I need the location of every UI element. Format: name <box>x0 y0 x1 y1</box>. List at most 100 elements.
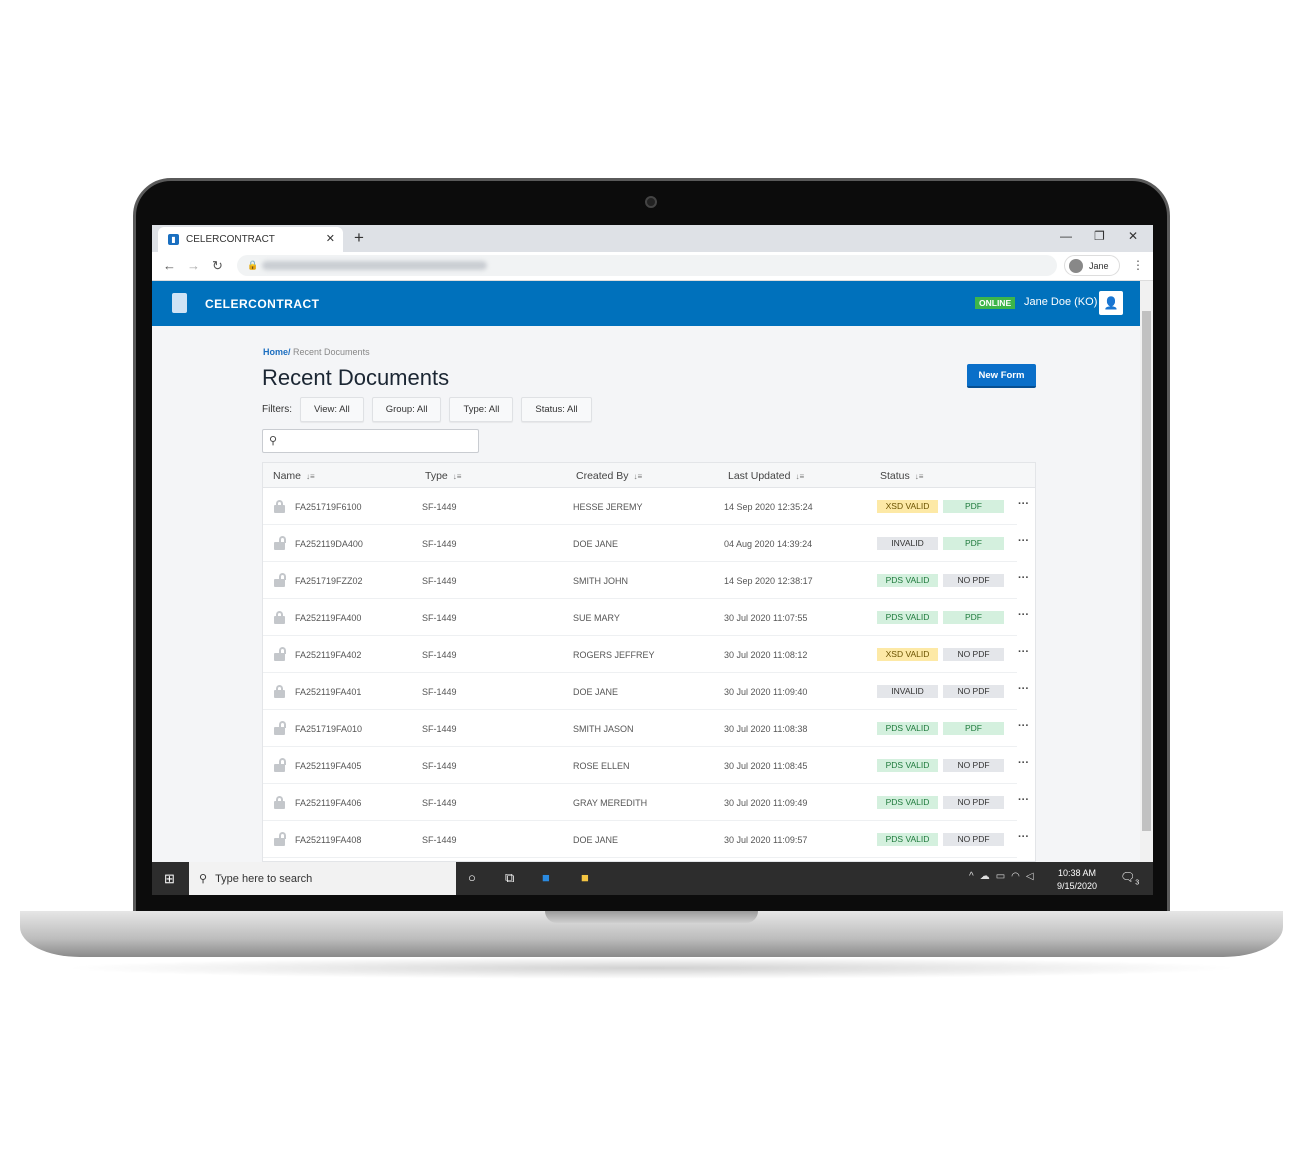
table-row[interactable]: FA251719F6100 SF-1449 HESSE JEREMY 14 Se… <box>263 488 1029 525</box>
unlock-icon <box>274 573 286 587</box>
more-actions-icon[interactable]: ··· <box>1018 757 1029 769</box>
table-row[interactable]: FA252119FA406 SF-1449 GRAY MEREDITH 30 J… <box>263 784 1029 821</box>
sort-icon: ↓≡ <box>633 472 643 481</box>
unlock-icon <box>274 832 286 846</box>
browser-tab[interactable]: ▮ CELERCONTRACT ✕ <box>158 227 343 252</box>
table-row[interactable]: FA252119FA405 SF-1449 ROSE ELLEN 30 Jul … <box>263 747 1029 784</box>
minimize-icon[interactable]: — <box>1060 229 1072 243</box>
col-status[interactable]: Status ↓≡ <box>880 470 923 482</box>
unlock-icon <box>274 721 286 735</box>
validation-badge: PDS VALID <box>877 722 938 735</box>
webcam <box>645 196 657 208</box>
doc-name[interactable]: FA252119FA406 <box>295 798 361 808</box>
forward-icon[interactable]: → <box>187 258 200 273</box>
table-row[interactable]: FA251719FA010 SF-1449 SMITH JASON 30 Jul… <box>263 710 1029 747</box>
doc-updated: 30 Jul 2020 11:08:12 <box>724 650 808 660</box>
doc-name[interactable]: FA252119FA402 <box>295 650 361 660</box>
pdf-badge: NO PDF <box>943 648 1004 661</box>
doc-name[interactable]: FA252119FA405 <box>295 761 361 771</box>
doc-created-by: DOE JANE <box>573 687 619 697</box>
sort-icon: ↓≡ <box>914 472 924 481</box>
user-icon: 👤 <box>1103 296 1119 310</box>
close-window-icon[interactable]: ✕ <box>1128 229 1138 243</box>
more-actions-icon[interactable]: ··· <box>1018 683 1029 695</box>
doc-name[interactable]: FA251719F6100 <box>295 502 362 512</box>
taskbar-search[interactable]: ⚲ Type here to search <box>189 862 456 895</box>
outlook-icon[interactable]: ■ <box>542 870 550 885</box>
url-input[interactable]: 🔒 <box>237 255 1057 276</box>
table-row[interactable]: FA252119FA402 SF-1449 ROGERS JEFFREY 30 … <box>263 636 1029 673</box>
browser-menu-icon[interactable]: ⋮ <box>1132 258 1144 272</box>
doc-created-by: GRAY MEREDITH <box>573 798 648 808</box>
doc-name[interactable]: FA252119DA400 <box>295 539 363 549</box>
lock-icon <box>274 796 285 809</box>
more-actions-icon[interactable]: ··· <box>1018 572 1029 584</box>
table-row[interactable]: FA251719FZZ02 SF-1449 SMITH JOHN 14 Sep … <box>263 562 1029 599</box>
table-row[interactable]: FA252119FA400 SF-1449 SUE MARY 30 Jul 20… <box>263 599 1029 636</box>
documents-table: Name ↓≡ Type ↓≡ Created By ↓≡ Last Updated ↓… <box>262 462 1036 862</box>
table-row[interactable]: FA252119FA401 SF-1449 DOE JANE 30 Jul 20… <box>263 673 1029 710</box>
laptop-shadow <box>60 957 1243 979</box>
doc-name[interactable]: FA252119FA408 <box>295 835 361 845</box>
doc-name[interactable]: FA252119FA401 <box>295 687 361 697</box>
more-actions-icon[interactable]: ··· <box>1018 794 1029 806</box>
filter-view[interactable]: View: All <box>300 397 364 422</box>
col-type[interactable]: Type ↓≡ <box>425 470 461 482</box>
doc-updated: 14 Sep 2020 12:38:17 <box>724 576 813 586</box>
more-actions-icon[interactable]: ··· <box>1018 646 1029 658</box>
avatar[interactable]: 👤 <box>1099 291 1123 315</box>
col-created-by[interactable]: Created By ↓≡ <box>576 470 642 482</box>
close-tab-icon[interactable]: ✕ <box>326 232 335 245</box>
more-actions-icon[interactable]: ··· <box>1018 498 1029 510</box>
filter-status[interactable]: Status: All <box>521 397 592 422</box>
doc-name[interactable]: FA252119FA400 <box>295 613 361 623</box>
pdf-badge: PDF <box>943 722 1004 735</box>
validation-badge: PDS VALID <box>877 796 938 809</box>
scrollbar-thumb[interactable] <box>1142 311 1151 831</box>
validation-badge: PDS VALID <box>877 833 938 846</box>
reload-icon[interactable]: ↻ <box>212 258 223 274</box>
doc-type: SF-1449 <box>422 761 457 771</box>
new-tab-button[interactable]: + <box>354 228 364 248</box>
cortana-icon[interactable]: ○ <box>468 870 476 885</box>
task-view-icon[interactable]: ⧉ <box>505 870 514 886</box>
doc-created-by: DOE JANE <box>573 835 619 845</box>
taskbar-search-placeholder: Type here to search <box>215 872 313 885</box>
more-actions-icon[interactable]: ··· <box>1018 535 1029 547</box>
more-actions-icon[interactable]: ··· <box>1018 831 1029 843</box>
table-row[interactable]: FA252119DA400 SF-1449 DOE JANE 04 Aug 20… <box>263 525 1029 562</box>
page-title: Recent Documents <box>262 365 450 390</box>
doc-type: SF-1449 <box>422 576 457 586</box>
doc-updated: 30 Jul 2020 11:07:55 <box>724 613 808 623</box>
restore-icon[interactable]: ❐ <box>1094 229 1105 243</box>
doc-created-by: DOE JANE <box>573 539 619 549</box>
file-explorer-icon[interactable]: ■ <box>581 870 589 885</box>
doc-name[interactable]: FA251719FZZ02 <box>295 576 363 586</box>
new-form-button[interactable]: New Form <box>967 364 1036 388</box>
app-header: CELERCONTRACT ONLINE Jane Doe (KO) 👤 <box>152 281 1140 326</box>
back-icon[interactable]: ← <box>163 258 176 273</box>
col-name[interactable]: Name ↓≡ <box>273 470 315 482</box>
breadcrumb-home[interactable]: Home/ <box>263 347 291 357</box>
system-tray-icons[interactable]: ^☁▭◠◁ <box>969 871 1040 882</box>
windows-start-icon[interactable]: ⊞ <box>164 871 175 887</box>
profile-button[interactable]: Jane <box>1064 255 1120 276</box>
user-name[interactable]: Jane Doe (KO) <box>1024 296 1097 308</box>
filter-type[interactable]: Type: All <box>449 397 514 422</box>
table-row[interactable]: FA252119FA408 SF-1449 DOE JANE 30 Jul 20… <box>263 821 1029 858</box>
clock[interactable]: 10:38 AM 9/15/2020 <box>1057 867 1097 893</box>
notifications-icon[interactable]: 🗨3 <box>1120 870 1139 886</box>
doc-updated: 14 Sep 2020 12:35:24 <box>724 502 813 512</box>
filter-group[interactable]: Group: All <box>371 397 442 422</box>
tab-title: CELERCONTRACT <box>186 234 275 245</box>
col-last-updated[interactable]: Last Updated ↓≡ <box>728 470 804 482</box>
doc-updated: 30 Jul 2020 11:09:40 <box>724 687 808 697</box>
more-actions-icon[interactable]: ··· <box>1018 720 1029 732</box>
table-header: Name ↓≡ Type ↓≡ Created By ↓≡ Last Updated ↓… <box>263 463 1035 488</box>
search-input[interactable]: ⚲ <box>262 429 479 453</box>
doc-type: SF-1449 <box>422 502 457 512</box>
doc-name[interactable]: FA251719FA010 <box>295 724 362 734</box>
more-actions-icon[interactable]: ··· <box>1018 609 1029 621</box>
doc-created-by: ROSE ELLEN <box>573 761 630 771</box>
doc-updated: 30 Jul 2020 11:08:38 <box>724 724 808 734</box>
